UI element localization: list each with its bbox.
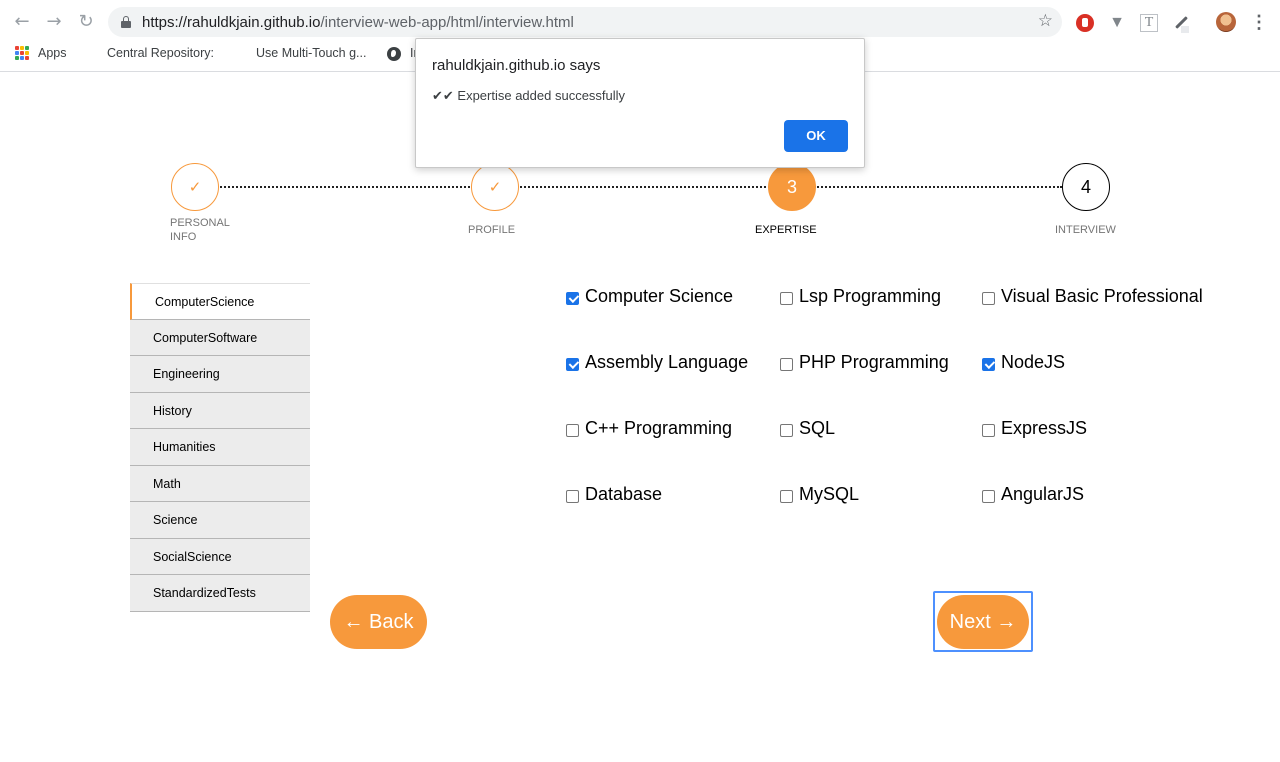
skill-label: ExpressJS: [1001, 418, 1088, 438]
eyedropper-extension-icon[interactable]: [1172, 14, 1190, 33]
sidebar-item-science[interactable]: Science: [130, 502, 310, 539]
skill-checkbox[interactable]: [566, 357, 579, 371]
skill-label: C++ Programming: [585, 418, 733, 438]
skill-label: Computer Science: [585, 286, 734, 306]
skill-checkbox[interactable]: [780, 423, 793, 437]
dialog-title: rahuldkjain.github.io says: [432, 57, 601, 74]
skill-option[interactable]: Assembly Language: [566, 352, 748, 373]
skill-label: PHP Programming: [799, 352, 949, 372]
sidebar-item-socialscience[interactable]: SocialScience: [130, 538, 310, 575]
sidebar-item-humanities[interactable]: Humanities: [130, 429, 310, 466]
sidebar-item-computersoftware[interactable]: ComputerSoftware: [130, 319, 310, 356]
reload-icon[interactable]: ↻: [76, 12, 96, 32]
step-3-marker: 3: [768, 163, 816, 211]
skill-checkbox[interactable]: [780, 291, 793, 305]
skill-option[interactable]: MySQL: [780, 484, 859, 505]
adblock-extension-icon[interactable]: [1076, 14, 1094, 32]
dialog-ok-button[interactable]: OK: [784, 120, 848, 152]
category-sidebar: ComputerScience ComputerSoftware Enginee…: [130, 283, 310, 612]
step-3-label: EXPERTISE: [755, 224, 817, 236]
browser-menu-icon[interactable]: ⋮: [1250, 11, 1268, 33]
skill-label: Assembly Language: [585, 352, 749, 372]
bookmark-apps[interactable]: Apps: [38, 46, 67, 60]
skill-checkbox[interactable]: [780, 489, 793, 503]
vue-extension-icon[interactable]: ▼: [1108, 14, 1126, 32]
step-1-label: PERSONAL INFO: [170, 217, 230, 243]
skill-checkbox[interactable]: [982, 291, 995, 305]
skill-checkbox[interactable]: [982, 489, 995, 503]
profile-avatar[interactable]: [1216, 12, 1236, 32]
back-button[interactable]: ← Back: [330, 595, 427, 649]
skill-option[interactable]: NodeJS: [982, 352, 1065, 373]
sidebar-item-history[interactable]: History: [130, 392, 310, 429]
step-connector: [814, 186, 1062, 188]
text-extension-icon[interactable]: T: [1140, 14, 1158, 32]
forward-arrow-icon[interactable]: →: [44, 12, 64, 32]
skill-label: AngularJS: [1001, 484, 1085, 504]
url-path: /interview-web-app/html/interview.html: [320, 14, 574, 31]
skill-label: MySQL: [799, 484, 860, 504]
url-text[interactable]: https://rahuldkjain.github.io/interview-…: [142, 14, 574, 31]
step-2-check-icon: ✓: [471, 163, 519, 211]
sidebar-item-standardizedtests[interactable]: StandardizedTests: [130, 575, 310, 612]
sidebar-item-math[interactable]: Math: [130, 465, 310, 502]
apps-grid-icon[interactable]: [15, 46, 29, 60]
step-connector: [520, 186, 770, 188]
sidebar-item-engineering[interactable]: Engineering: [130, 356, 310, 393]
skill-option[interactable]: C++ Programming: [566, 418, 732, 439]
skill-checkbox[interactable]: [566, 291, 579, 305]
skill-label: Visual Basic Professional: [1001, 286, 1203, 306]
skill-option[interactable]: Visual Basic Professional: [982, 286, 1203, 307]
skill-checkbox[interactable]: [780, 357, 793, 371]
bookmark-star-icon[interactable]: ☆: [1038, 11, 1053, 31]
back-arrow-icon[interactable]: ←: [12, 12, 32, 32]
next-button[interactable]: Next →: [937, 595, 1029, 649]
lock-icon: [121, 16, 131, 28]
globe-icon: [387, 47, 401, 61]
apple-icon: [233, 46, 245, 60]
skill-option[interactable]: PHP Programming: [780, 352, 949, 373]
bookmark-central-repository[interactable]: Central Repository:: [107, 46, 214, 60]
skill-label: Lsp Programming: [799, 286, 942, 306]
step-connector: [220, 186, 470, 188]
skill-option[interactable]: Lsp Programming: [780, 286, 941, 307]
browser-toolbar: ← → ↻ https://rahuldkjain.github.io/inte…: [0, 6, 1280, 38]
skill-checkbox[interactable]: [982, 357, 995, 371]
step-1-check-icon: ✓: [171, 163, 219, 211]
skill-checkbox[interactable]: [566, 423, 579, 437]
skill-option[interactable]: ExpressJS: [982, 418, 1087, 439]
step-2-label: PROFILE: [468, 224, 516, 236]
step-4-marker: 4: [1062, 163, 1110, 211]
skill-checkbox[interactable]: [982, 423, 995, 437]
skill-label: SQL: [799, 418, 836, 438]
skill-label: NodeJS: [1001, 352, 1066, 372]
skill-option[interactable]: AngularJS: [982, 484, 1084, 505]
bookmark-multi-touch[interactable]: Use Multi-Touch g...: [256, 46, 366, 60]
alert-dialog: rahuldkjain.github.io says ✔✔ Expertise …: [415, 38, 865, 168]
address-bar[interactable]: https://rahuldkjain.github.io/interview-…: [108, 7, 1062, 37]
dialog-message: ✔✔ Expertise added successfully: [432, 88, 626, 103]
skill-checkbox[interactable]: [566, 489, 579, 503]
skill-option[interactable]: SQL: [780, 418, 835, 439]
url-host: https://rahuldkjain.github.io: [142, 14, 321, 31]
sidebar-item-computerscience[interactable]: ComputerScience: [130, 283, 310, 320]
step-4-label: INTERVIEW: [1055, 224, 1116, 236]
skill-option[interactable]: Computer Science: [566, 286, 733, 307]
skill-label: Database: [585, 484, 663, 504]
skill-option[interactable]: Database: [566, 484, 662, 505]
